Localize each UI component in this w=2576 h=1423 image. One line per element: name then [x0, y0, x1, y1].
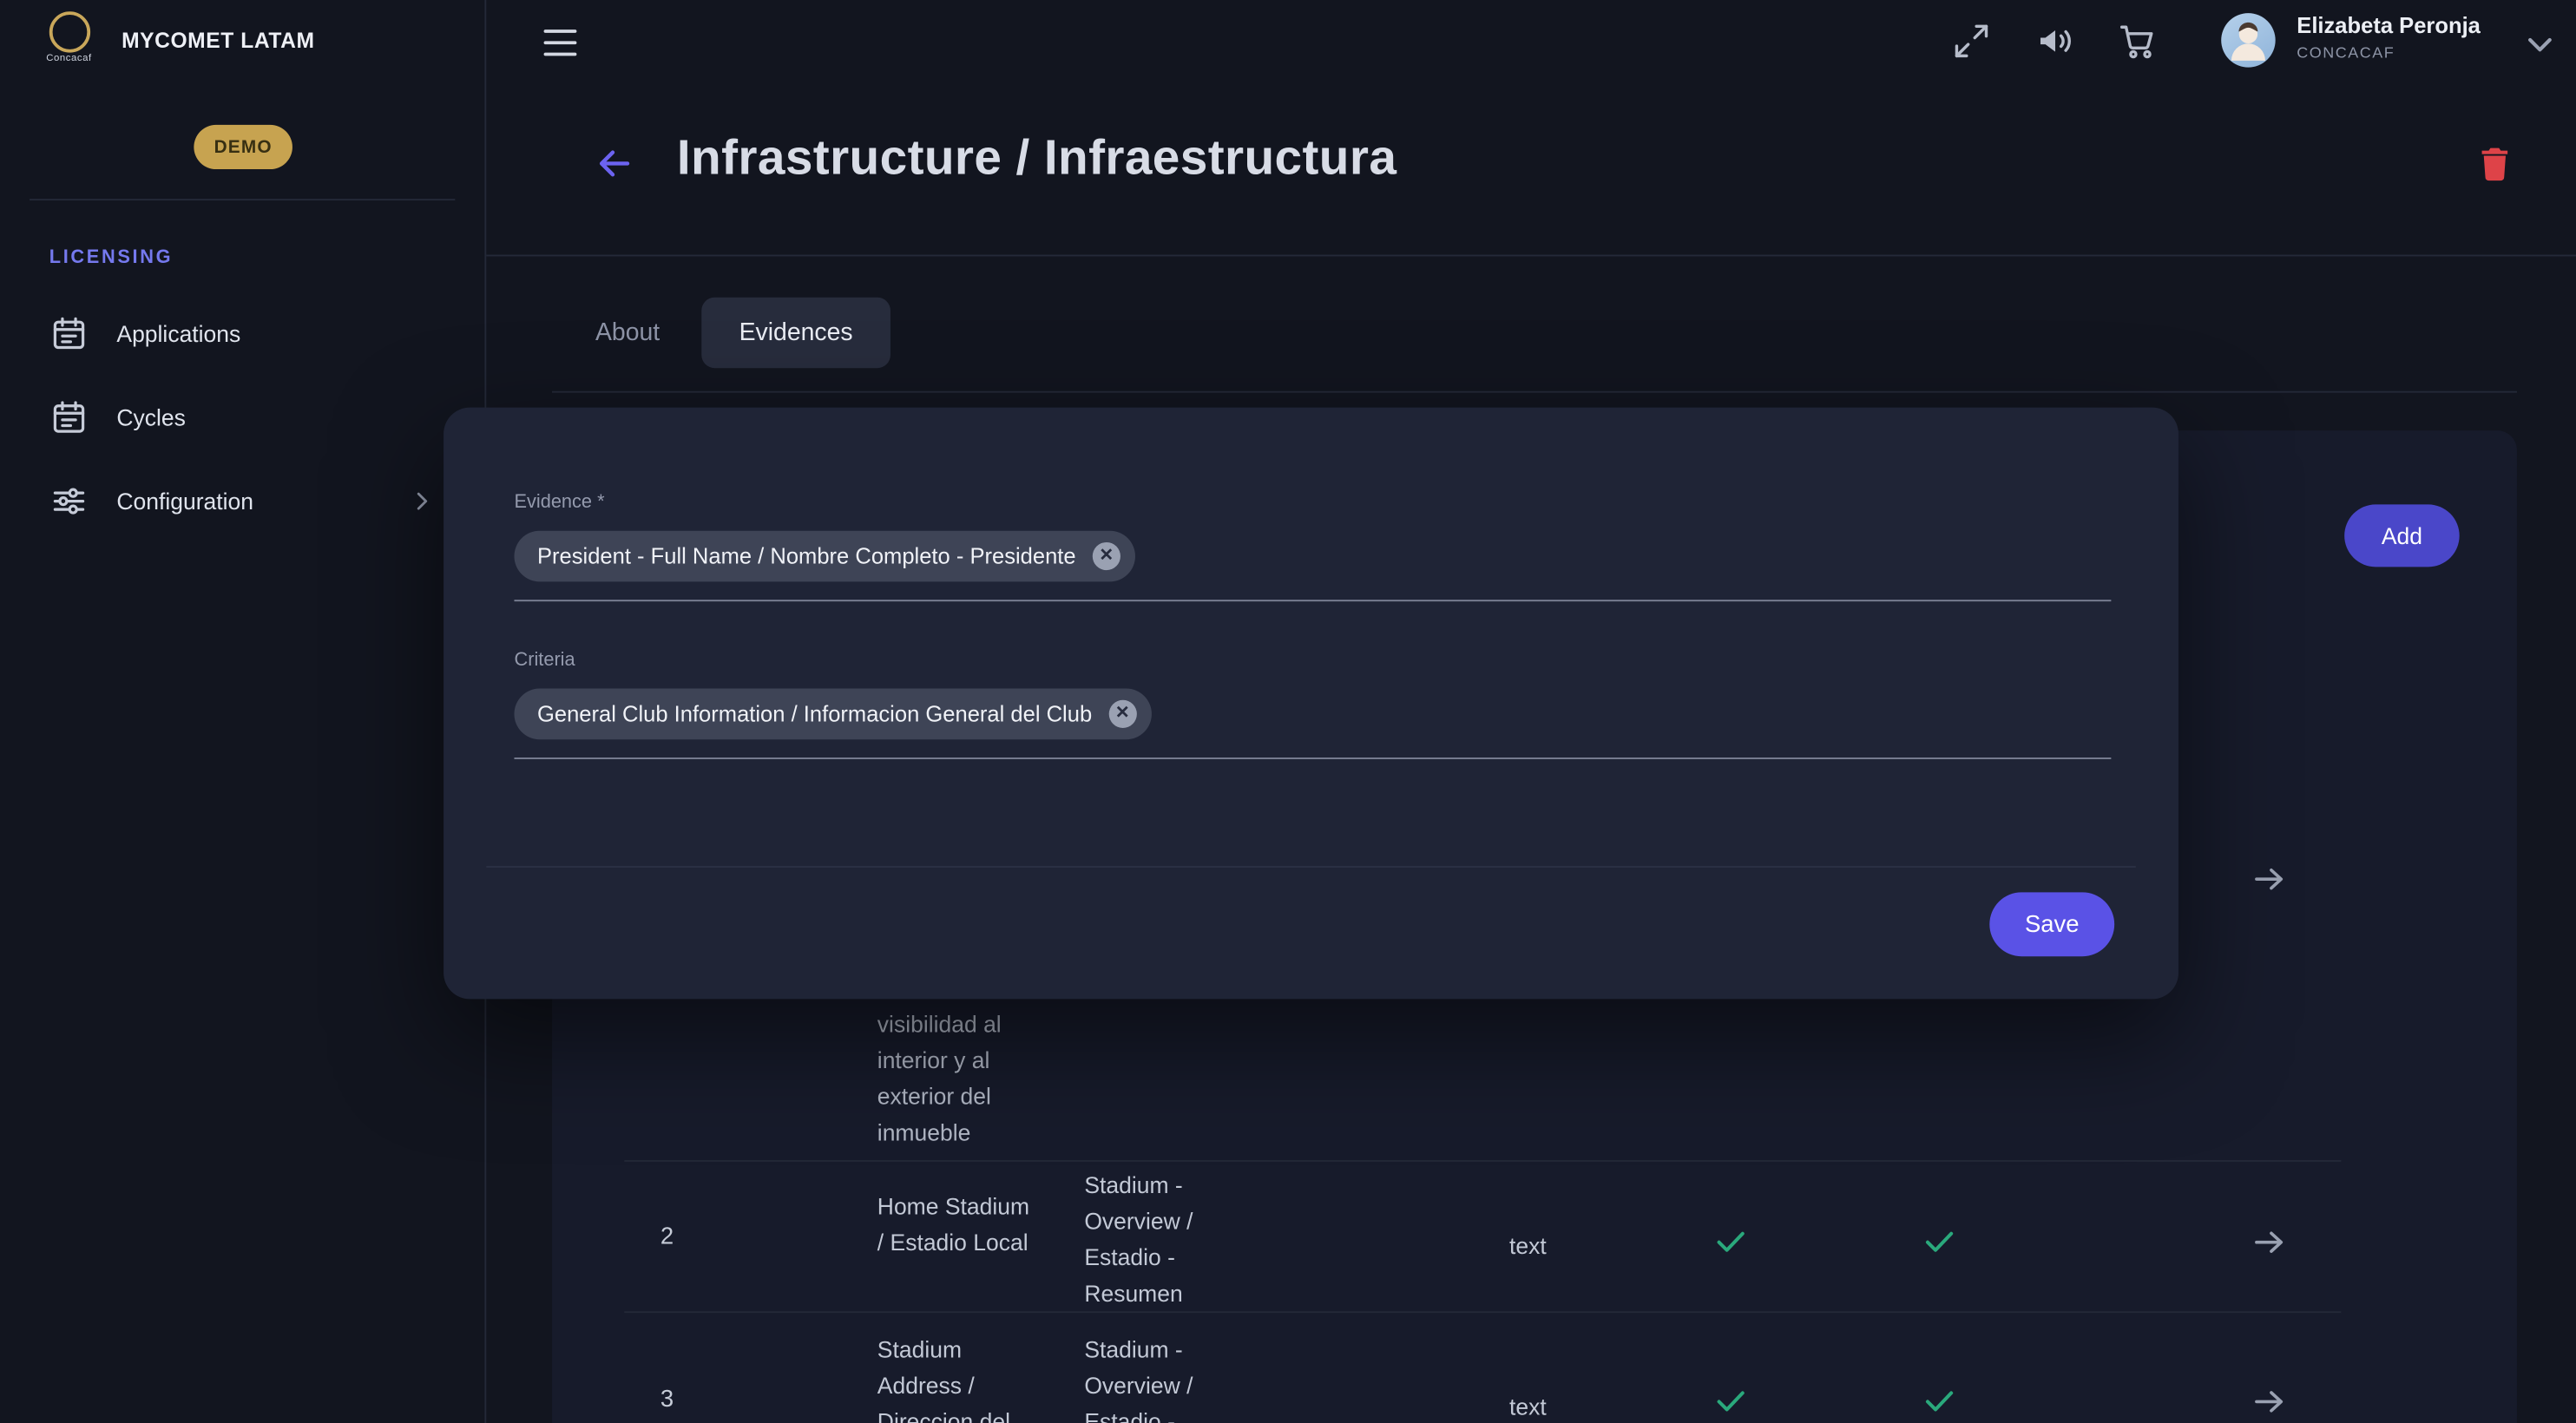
sidebar-item-label: Cycles	[116, 404, 186, 430]
check-icon	[1921, 1223, 1959, 1261]
delete-icon[interactable]	[2474, 143, 2515, 184]
avatar[interactable]	[2221, 13, 2275, 67]
remove-chip-icon[interactable]: ✕	[1108, 700, 1136, 728]
table-cell-evidence: visibilidad al interior y al exterior de…	[877, 1006, 1042, 1151]
table-cell-type: text	[1446, 1228, 1610, 1264]
evidence-chip-label: President - Full Name / Nombre Completo …	[537, 544, 1076, 568]
cart-icon[interactable]	[2118, 22, 2157, 61]
evidence-dialog: Evidence * President - Full Name / Nombr…	[444, 408, 2178, 1000]
viewport: Concacaf MYCOMET LATAM Elizabeta Peronja…	[0, 0, 2576, 1423]
check-icon	[1712, 1382, 1750, 1420]
back-arrow-icon[interactable]	[591, 141, 635, 186]
table-cell-evidence: Stadium Address / Direccion del	[877, 1331, 1042, 1423]
sliders-icon	[49, 482, 89, 521]
sidebar-item-label: Applications	[116, 320, 240, 346]
sidebar-item-applications[interactable]: Applications	[0, 292, 484, 375]
table-cell-index: 3	[634, 1387, 700, 1413]
check-icon	[1712, 1223, 1750, 1261]
calendar-icon	[49, 397, 89, 436]
user-org: CONCACAF	[2297, 44, 2395, 62]
table-cell-type: text	[1446, 1388, 1610, 1423]
demo-badge: DEMO	[194, 125, 292, 169]
sidebar-item-label: Configuration	[116, 488, 253, 514]
tab-about[interactable]: About	[575, 298, 680, 368]
licensing-section-label: LICENSING	[49, 248, 173, 268]
evidence-field-label: Evidence *	[514, 493, 604, 513]
criteria-input-underline[interactable]	[514, 757, 2111, 759]
fullscreen-icon[interactable]	[1952, 22, 1991, 61]
chevron-down-icon[interactable]	[2519, 23, 2561, 66]
criteria-field-label: Criteria	[514, 651, 575, 671]
dialog-divider	[486, 866, 2135, 868]
evidence-chip[interactable]: President - Full Name / Nombre Completo …	[514, 531, 1134, 582]
table-cell-criteria: Stadium - Overview / Estadio - Resumen	[1084, 1167, 1268, 1312]
remove-chip-icon[interactable]: ✕	[1093, 542, 1120, 570]
check-icon	[1921, 1382, 1959, 1420]
criteria-chip[interactable]: General Club Information / Informacion G…	[514, 689, 1151, 740]
divider	[30, 199, 455, 200]
table-cell-evidence: Home Stadium / Estadio Local	[877, 1188, 1042, 1260]
concacaf-logo	[49, 11, 90, 52]
table-cell-index: 2	[634, 1224, 700, 1250]
app: Concacaf MYCOMET LATAM Elizabeta Peronja…	[0, 0, 2576, 1423]
hamburger-icon	[544, 30, 577, 33]
arrow-right-icon[interactable]	[2249, 859, 2288, 898]
arrow-right-icon[interactable]	[2249, 1223, 2288, 1262]
logo-caption: Concacaf	[30, 54, 108, 63]
page-title: Infrastructure / Infraestructura	[677, 132, 1396, 187]
evidence-input-underline[interactable]	[514, 600, 2111, 601]
sidebar-item-cycles[interactable]: Cycles	[0, 377, 484, 459]
add-button[interactable]: Add	[2344, 504, 2460, 567]
megaphone-icon[interactable]	[2035, 22, 2074, 61]
arrow-right-icon[interactable]	[2249, 1382, 2288, 1421]
table-cell-criteria: Stadium - Overview / Estadio -	[1084, 1331, 1268, 1423]
row-divider	[624, 1311, 2341, 1313]
save-button[interactable]: Save	[1989, 892, 2114, 956]
chevron-right-icon	[407, 487, 437, 516]
divider	[552, 391, 2517, 393]
divider	[486, 255, 2576, 257]
user-name[interactable]: Elizabeta Peronja	[2297, 13, 2481, 37]
menu-toggle-button[interactable]	[544, 30, 577, 56]
calendar-icon	[49, 314, 89, 353]
brand-title: MYCOMET LATAM	[122, 28, 314, 52]
row-divider	[624, 1160, 2341, 1162]
tab-evidences[interactable]: Evidences	[701, 298, 890, 368]
criteria-chip-label: General Club Information / Informacion G…	[537, 702, 1092, 726]
